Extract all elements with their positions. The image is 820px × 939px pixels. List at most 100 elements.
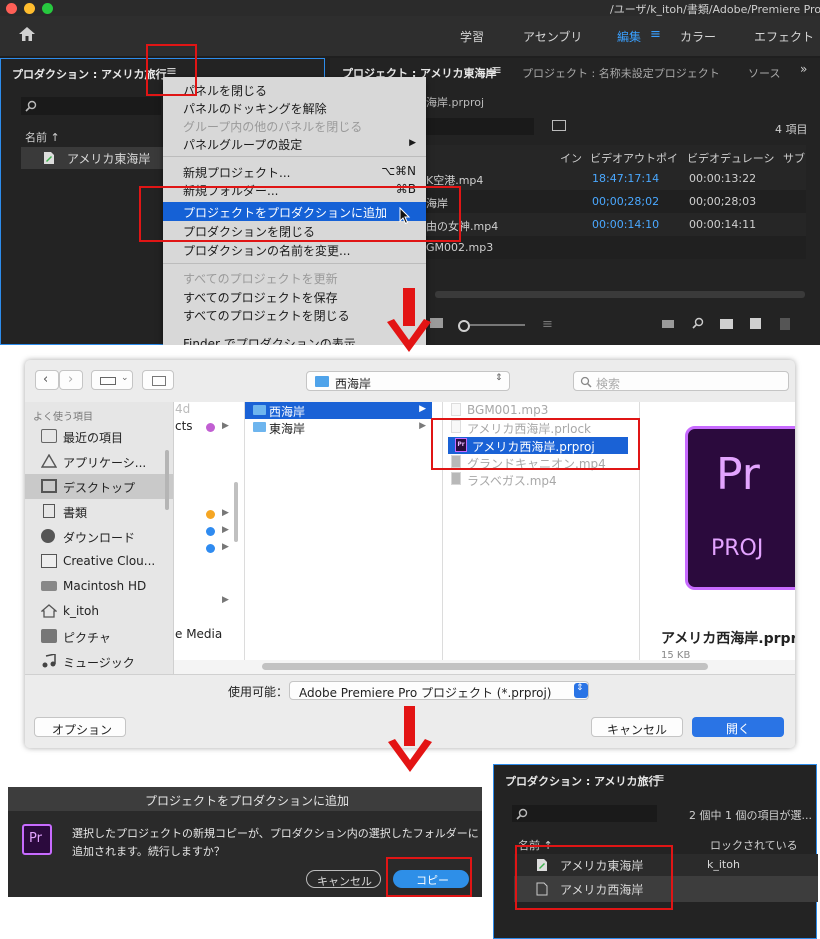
down-arrowhead-icon [388,739,432,772]
table-row[interactable]: GM002.mp3 [426,236,806,259]
project-panel-menu-icon[interactable]: ≡ [491,63,502,78]
new-folder-button[interactable] [142,370,174,390]
dialog-cancel-button[interactable]: キャンセル [306,870,381,888]
menu-item-close-panel[interactable]: パネルを閉じる [163,80,426,98]
home-icon[interactable] [18,26,36,42]
close-window-button[interactable] [6,3,17,14]
file-format-select[interactable]: Adobe Premiere Pro プロジェクト (*.prproj) ⇕ [289,681,589,700]
menu-item-save-all[interactable]: すべてのプロジェクトを保存 [163,287,426,305]
file-item[interactable]: ラスベガス.mp4 [443,471,633,488]
new-bin-icon[interactable] [720,319,733,329]
open-button[interactable]: 開く [692,717,784,737]
production-search-input[interactable] [512,805,657,822]
trash-icon[interactable] [780,318,790,330]
highlight-added-project [515,845,673,910]
find-icon[interactable] [692,317,704,329]
recents-icon [41,429,57,443]
folder-item-east-coast[interactable]: 東海岸 ▶ [245,419,432,436]
tab-assembly[interactable]: アセンブリ [523,28,582,45]
sidebar-item-recents[interactable]: 最近の項目 [25,424,173,449]
video-thumbnail-icon [451,472,461,485]
sidebar-item-desktop[interactable]: デスクトップ [25,474,173,499]
tab-color[interactable]: カラー [680,28,716,45]
sidebar-item-downloads[interactable]: ダウンロード [25,524,173,549]
minimize-window-button[interactable] [24,3,35,14]
documents-icon [43,504,55,518]
back-button[interactable]: ‹ [35,370,59,390]
search-field[interactable]: 検索 [573,371,789,391]
horizontal-scrollbar[interactable] [262,663,708,670]
production-search-input[interactable] [21,97,161,115]
view-options-button[interactable]: ⌄ [91,370,133,390]
file-item[interactable]: BGM001.mp3 [443,402,633,419]
horizontal-scrollbar[interactable] [435,291,805,298]
sidebar-item-home[interactable]: k_itoh [25,599,173,624]
table-row[interactable]: 由の女神.mp4 00:00:14:10 00:00:14:11 [426,213,806,236]
blue-tag-icon [206,527,215,536]
automate-icon[interactable] [662,320,674,328]
production-item-label: アメリカ東海岸 [67,152,151,166]
search-icon [25,100,37,112]
column-video-out[interactable]: ビデオアウトポイ [590,150,678,166]
folder-icon [253,422,266,432]
new-item-icon[interactable] [750,318,761,329]
location-label: 西海岸 [335,377,372,391]
project-search-input[interactable] [426,118,534,135]
tab-source[interactable]: ソース [748,65,780,81]
sidebar-item-documents[interactable]: 書類 [25,499,173,524]
browser-column-1: 4d cts ▶ ▶ ▶ ▶ ▶ e Media [174,402,245,660]
sidebar-item-pictures[interactable]: ピクチャ [25,624,173,649]
edit-menu-icon[interactable]: ≡ [650,27,661,42]
menu-item-new-project[interactable]: 新規プロジェクト... ⌥⌘N [163,162,426,180]
zoom-slider-handle[interactable] [458,320,470,332]
menu-item-rename-production[interactable]: プロダクションの名前を変更... [163,240,426,258]
locked-column-header[interactable]: ロックされている [710,837,798,853]
options-button[interactable]: オプション [34,717,126,737]
menu-item-panel-group-settings[interactable]: パネルグループの設定 ▶ [163,134,426,152]
location-popup[interactable]: 西海岸 ⇕ [306,371,510,391]
zoom-window-button[interactable] [42,3,53,14]
highlight-selected-file [431,418,640,470]
tab-effects[interactable]: エフェクト [754,28,814,45]
sidebar-scrollbar[interactable] [165,450,169,510]
selection-status: 2 個中 1 個の項目が選... [689,809,812,822]
sidebar-item-macintosh-hd[interactable]: Macintosh HD [25,574,173,599]
name-column-header[interactable]: 名前 ↑ [25,129,60,145]
cancel-button[interactable]: キャンセル [591,717,683,737]
table-row[interactable]: K空港.mp4 18:47:17:14 00:00:13:22 [426,167,806,190]
hard-drive-icon [41,581,57,591]
project-file-name: 海岸.prproj [426,96,485,109]
sidebar-item-creative-cloud[interactable]: Creative Clou... [25,549,173,574]
zoom-slider[interactable] [470,324,525,326]
panel-overflow-icon[interactable]: » [800,62,807,76]
audio-file-icon [451,403,461,416]
tab-project-untitled[interactable]: プロジェクト : 名称未設定プロジェクト [522,65,720,81]
panel-menu-icon[interactable]: ≡ [654,771,665,786]
column-scrollbar[interactable] [234,482,238,542]
dialog-message-line2: 追加されます。続行しますか？ [72,845,225,858]
enable-label: 使用可能： [228,685,289,699]
music-note-icon [41,653,57,668]
browser-column-2: 西海岸 ▶ 東海岸 ▶ [245,402,443,660]
column-sub[interactable]: サブ [783,150,805,166]
table-row[interactable]: 海岸 00;00;28;02 00;00;28;03 [426,190,806,213]
updown-chevron-icon: ⇕ [574,683,588,698]
highlight-panel-menu [146,44,197,96]
column-in[interactable]: イン [560,150,582,166]
premiere-icon: Pr [22,824,52,855]
search-placeholder: 検索 [596,377,621,391]
tab-learn[interactable]: 学習 [460,28,484,45]
premiere-project-large-icon: Pr PROJ [685,426,795,590]
forward-button[interactable]: › [59,370,83,390]
search-icon [580,376,592,388]
column-video-duration[interactable]: ビデオデュレーシ [687,150,775,166]
sidebar-item-applications[interactable]: アプリケーシ... [25,449,173,474]
folder-item-west-coast[interactable]: 西海岸 ▶ [245,402,432,419]
sort-icon[interactable]: ≡ [542,317,553,332]
bin-search-icon[interactable] [552,120,566,131]
tab-edit[interactable]: 編集 [617,28,641,45]
sidebar-item-music[interactable]: ミュージック [25,649,173,674]
menu-item-undock-panel[interactable]: パネルのドッキングを解除 [163,98,426,116]
applications-icon [40,453,58,468]
menu-item-update-all: すべてのプロジェクトを更新 [183,272,338,286]
